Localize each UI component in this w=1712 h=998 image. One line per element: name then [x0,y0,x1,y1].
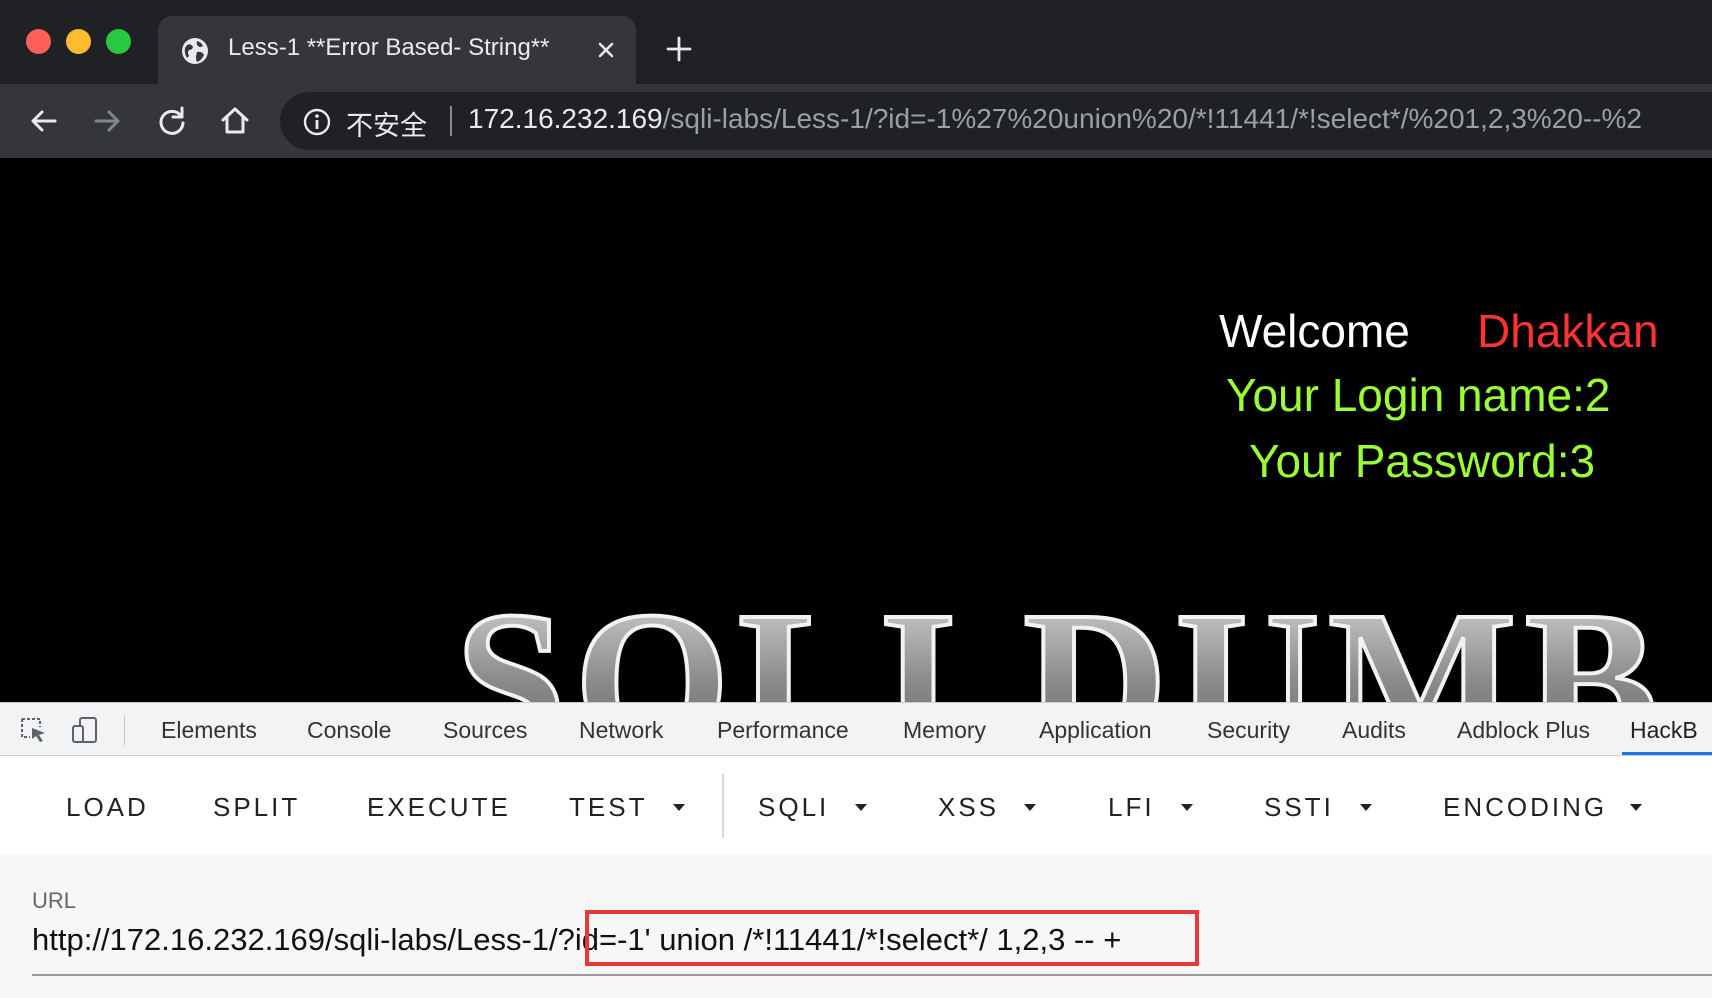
tab-application[interactable]: Application [1039,717,1152,744]
close-window-button[interactable] [26,29,51,54]
devtools-separator [124,715,125,745]
chevron-down-icon[interactable] [1360,804,1372,811]
test-menu-button[interactable]: TEST [569,792,647,823]
address-url[interactable]: 172.16.232.169/sqli-labs/Less-1/?id=-1%2… [468,103,1642,135]
execute-button[interactable]: EXECUTE [367,792,511,823]
forward-icon[interactable] [90,104,124,138]
chevron-down-icon[interactable] [1181,804,1193,811]
device-toolbar-icon[interactable] [70,715,102,745]
tab-security[interactable]: Security [1207,717,1290,744]
chevron-down-icon[interactable] [1024,804,1036,811]
tab-strip: Less-1 **Error Based- String** [0,0,1712,84]
encoding-menu-button[interactable]: ENCODING [1443,792,1607,823]
tab-sources[interactable]: Sources [443,717,527,744]
tab-memory[interactable]: Memory [903,717,986,744]
info-icon[interactable] [302,107,332,137]
hackbar-toolbar: LOAD SPLIT EXECUTE TEST SQLI XSS LFI SST… [0,756,1712,854]
tab-hackbar[interactable]: HackB [1630,717,1698,744]
password-text: Your Password:3 [1249,435,1596,487]
chevron-down-icon[interactable] [1630,804,1642,811]
back-icon[interactable] [27,104,61,138]
banner-text: SQLI DUMB S [455,598,1712,702]
lfi-menu-button[interactable]: LFI [1108,792,1155,823]
address-bar[interactable]: 不安全 172.16.232.169/sqli-labs/Less-1/?id=… [280,92,1712,150]
reload-icon[interactable] [155,104,189,138]
browser-tab[interactable]: Less-1 **Error Based- String** [158,16,636,84]
minimize-window-button[interactable] [66,29,91,54]
browser-toolbar: 不安全 172.16.232.169/sqli-labs/Less-1/?id=… [0,84,1712,158]
url-path: /sqli-labs/Less-1/?id=-1%27%20union%20/*… [662,103,1642,134]
home-icon[interactable] [218,104,252,138]
maximize-window-button[interactable] [106,29,131,54]
sqli-dumb-banner: SQLI DUMB S [455,598,1712,702]
xss-menu-button[interactable]: XSS [938,792,999,823]
url-field-underline [32,974,1712,976]
url-label: URL [32,888,77,913]
tab-console[interactable]: Console [307,717,391,744]
tab-title: Less-1 **Error Based- String** [228,34,550,61]
split-button[interactable]: SPLIT [213,792,300,823]
new-tab-icon[interactable] [664,34,694,64]
hackbar-separator [722,774,724,838]
tab-adblock-plus[interactable]: Adblock Plus [1457,717,1590,744]
tab-audits[interactable]: Audits [1342,717,1406,744]
welcome-text: Welcome [1219,305,1410,357]
chevron-down-icon[interactable] [855,804,867,811]
load-button[interactable]: LOAD [66,792,149,823]
chevron-down-icon[interactable] [673,804,685,811]
sqli-menu-button[interactable]: SQLI [758,792,829,823]
hackbar-url-panel: URL http://172.16.232.169/sqli-labs/Less… [0,854,1712,998]
tab-elements[interactable]: Elements [161,717,257,744]
devtools-tabbar: Elements Console Sources Network Perform… [0,702,1712,756]
close-tab-icon[interactable] [592,36,620,64]
globe-icon [182,38,208,64]
url-host: 172.16.232.169 [468,103,663,134]
address-separator [450,106,452,136]
login-name-text: Your Login name:2 [1226,369,1611,421]
security-label[interactable]: 不安全 [346,104,427,143]
tab-network[interactable]: Network [579,717,663,744]
page-content: Welcome Dhakkan Your Login name:2 Your P… [0,158,1712,702]
active-tab-indicator [1622,752,1712,755]
welcome-name: Dhakkan [1477,305,1659,357]
inspect-element-icon[interactable] [18,715,50,745]
tab-performance[interactable]: Performance [717,717,849,744]
highlight-box [585,910,1199,966]
ssti-menu-button[interactable]: SSTI [1264,792,1334,823]
